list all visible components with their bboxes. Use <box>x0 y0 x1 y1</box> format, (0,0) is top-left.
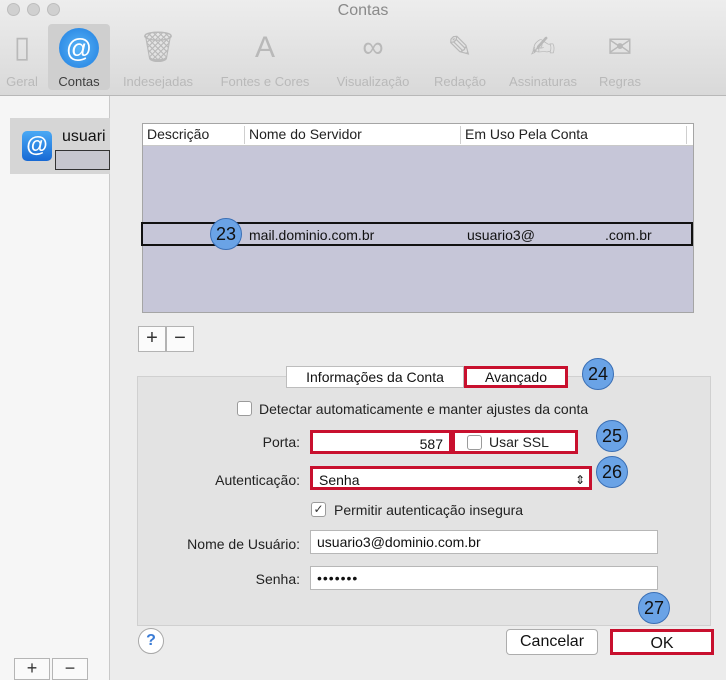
annotation-badge-25: 25 <box>596 420 628 452</box>
authentication-value: Senha <box>319 472 360 488</box>
auto-detect-checkbox[interactable] <box>237 401 252 416</box>
toolbar-label: Regras <box>599 74 641 89</box>
toolbar-item-fontes-e-cores[interactable]: A Fontes e Cores <box>208 24 322 90</box>
smtp-server-sheet: Descrição Nome do Servidor Em Uso Pela C… <box>110 96 726 680</box>
mail-preferences-window: Contas ▯ Geral @ Contas 🗑 Indesejadas A … <box>0 0 726 680</box>
toolbar-label: Redação <box>433 74 487 89</box>
toolbar-label: Visualização <box>336 74 410 89</box>
allow-insecure-auth-checkbox[interactable]: ✓ <box>311 502 326 517</box>
account-name: usuari <box>62 128 106 145</box>
trash-bin-icon: 🗑 <box>138 31 178 64</box>
column-header-em-uso-pela-conta[interactable]: Em Uso Pela Conta <box>461 126 687 144</box>
toolbar-item-regras[interactable]: ✉ Regras <box>590 24 650 90</box>
cancel-button[interactable]: Cancelar <box>506 629 598 655</box>
auto-detect-label: Detectar automaticamente e manter ajuste… <box>259 401 589 417</box>
tab-informacoes-da-conta[interactable]: Informações da Conta <box>286 366 464 388</box>
at-sign-icon: @ <box>59 28 99 68</box>
use-ssl-label: Usar SSL <box>489 434 549 450</box>
toolbar-item-visualizacao[interactable]: ∞ Visualização <box>326 24 420 90</box>
column-header-nome-do-servidor[interactable]: Nome do Servidor <box>245 126 461 144</box>
ok-button[interactable]: OK <box>610 629 714 655</box>
password-label: Senha: <box>255 571 300 587</box>
authentication-label: Autenticação: <box>215 472 300 488</box>
port-label: Porta: <box>262 434 300 450</box>
title-bar: Contas ▯ Geral @ Contas 🗑 Indesejadas A … <box>0 0 726 96</box>
ssl-group: Usar SSL <box>452 430 578 454</box>
password-input[interactable]: ••••••• <box>310 566 658 590</box>
signature-icon: ✍ <box>530 31 556 64</box>
username-input[interactable]: usuario3@dominio.com.br <box>310 530 658 554</box>
toolbar-label: Geral <box>6 74 38 89</box>
username-label: Nome de Usuário: <box>187 536 300 552</box>
toolbar-item-indesejadas[interactable]: 🗑 Indesejadas <box>114 24 202 90</box>
toolbar-item-geral[interactable]: ▯ Geral <box>2 24 42 90</box>
toolbar-label: Indesejadas <box>122 74 194 89</box>
glasses-icon: ∞ <box>362 31 384 64</box>
column-header-descricao[interactable]: Descrição <box>143 126 245 144</box>
annotation-badge-26: 26 <box>596 456 628 488</box>
use-ssl-checkbox[interactable] <box>467 435 482 450</box>
cell-account: usuario3@ <box>467 227 535 243</box>
toolbar-label: Fontes e Cores <box>220 74 310 89</box>
updown-chevron-icon: ⇕ <box>574 473 585 487</box>
annotation-badge-23: 23 <box>210 218 242 250</box>
switch-icon: ▯ <box>13 31 31 64</box>
authentication-select[interactable]: Senha ⇕ <box>310 466 592 490</box>
pencil-icon: ✎ <box>447 31 473 64</box>
remove-account-button[interactable]: − <box>52 658 88 680</box>
port-input[interactable]: 587 <box>310 430 452 454</box>
toolbar-item-contas[interactable]: @ Contas <box>48 24 110 90</box>
toolbar-label: Contas <box>58 74 100 89</box>
toolbar-item-assinaturas[interactable]: ✍ Assinaturas <box>500 24 586 90</box>
toolbar-item-redacao[interactable]: ✎ Redação <box>424 24 496 90</box>
table-header: Descrição Nome do Servidor Em Uso Pela C… <box>143 124 693 146</box>
remove-server-button[interactable]: − <box>166 326 194 352</box>
font-colors-icon: A <box>254 31 275 64</box>
allow-insecure-auth-label: Permitir autenticação insegura <box>334 502 524 518</box>
annotation-badge-27: 27 <box>638 592 670 624</box>
sidebar-account-row[interactable]: @ usuari <box>10 118 110 174</box>
account-redacted-box <box>55 150 110 170</box>
window-title: Contas <box>337 2 389 19</box>
annotation-badge-24: 24 <box>582 358 614 390</box>
accounts-sidebar: @ usuari + − <box>0 96 110 680</box>
toolbar-label: Assinaturas <box>509 74 577 89</box>
help-button[interactable]: ? <box>138 628 164 654</box>
add-server-button[interactable]: + <box>138 326 166 352</box>
cell-server-name: mail.dominio.com.br <box>249 227 375 243</box>
add-account-button[interactable]: + <box>14 658 50 680</box>
rules-icon: ✉ <box>607 31 633 64</box>
tab-avancado[interactable]: Avançado <box>464 366 568 388</box>
at-sign-icon: @ <box>22 131 52 161</box>
cell-account-domain: .com.br <box>605 227 652 243</box>
